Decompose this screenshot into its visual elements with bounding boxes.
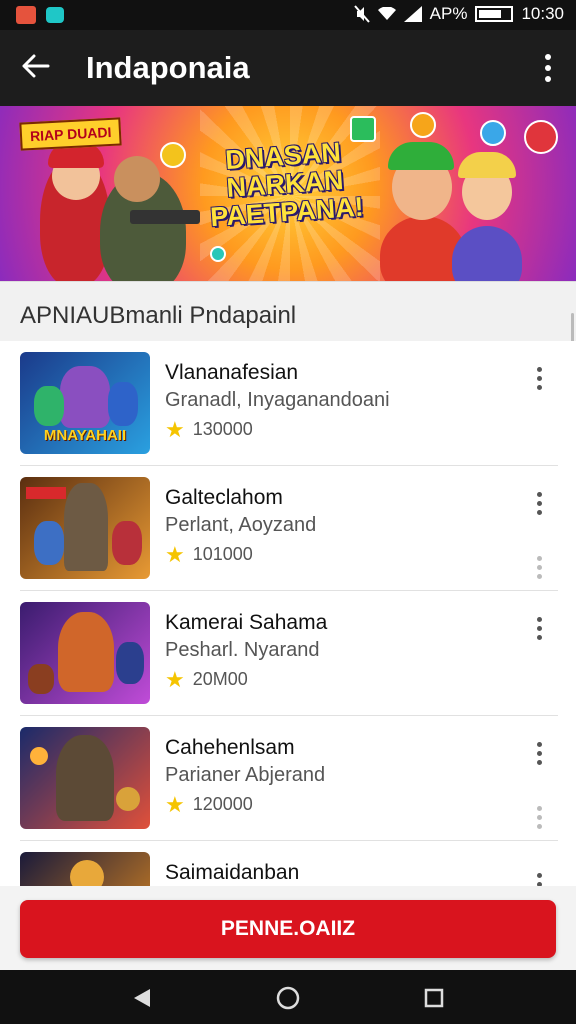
game-title: Kamerai Sahama [165, 611, 328, 634]
page-title: Indaponaia [86, 50, 250, 85]
nav-back-button[interactable] [128, 984, 156, 1012]
coin-icon [410, 112, 436, 138]
list-item[interactable]: Galteclahom Perlant, Aoyzand ★ 101000 [0, 466, 576, 591]
more-vert-icon [536, 367, 542, 372]
more-vert-icon [536, 873, 542, 878]
list-item[interactable]: Saimaidanban [0, 841, 576, 886]
game-list: MNAYAHAII Vlananafesian Granadl, Inyagan… [0, 341, 576, 886]
cta-area: PENNE.OAIIZ [0, 886, 576, 970]
game-subtitle: Perlant, Aoyzand [165, 514, 317, 536]
list-item[interactable]: Cahehenlsam Parianer Abjerand ★ 120000 [0, 716, 576, 841]
primary-action-button[interactable]: PENNE.OAIIZ [20, 900, 556, 958]
arrow-left-icon [22, 54, 50, 78]
weapon-art [130, 210, 200, 224]
wifi-icon [377, 7, 396, 20]
item-secondary-menu[interactable] [534, 556, 544, 579]
back-triangle-icon [134, 989, 150, 1007]
game-thumbnail [20, 727, 150, 829]
star-icon: ★ [165, 666, 185, 692]
section-header: APNIAUBmanli Pndapainl [0, 281, 576, 342]
battery-icon [475, 6, 514, 22]
game-thumbnail: MNAYAHAII [20, 352, 150, 454]
star-icon: ★ [165, 791, 185, 817]
coin-icon [480, 120, 506, 146]
mute-icon [353, 5, 370, 23]
game-subtitle: Pesharl. Nyarand [165, 639, 320, 661]
back-button[interactable] [14, 44, 58, 88]
recents-square-icon [424, 988, 444, 1008]
game-title: Saimaidanban [165, 861, 300, 884]
nav-home-button[interactable] [274, 984, 302, 1012]
item-more-button[interactable] [534, 367, 544, 390]
network-text: AP% [429, 4, 468, 23]
nav-recents-button[interactable] [420, 984, 448, 1012]
section-title: APNIAUBmanli Pndapainl [20, 302, 297, 329]
item-more-button[interactable] [534, 492, 544, 515]
notification-app-icon [46, 7, 64, 23]
banner-headline: DNASAN NARKAN PAETPANA! [209, 137, 365, 233]
banner-badge: RIAP DUADI [19, 117, 123, 151]
game-title: Galteclahom [165, 486, 283, 509]
coin-icon [160, 142, 186, 168]
list-item[interactable]: MNAYAHAII Vlananafesian Granadl, Inyagan… [0, 341, 576, 466]
more-vert-icon [545, 54, 551, 60]
status-bar: AP% 10:30 [0, 0, 576, 30]
character-art [452, 226, 522, 281]
home-circle-icon [276, 986, 300, 1010]
signal-icon [403, 6, 422, 22]
more-options-button[interactable] [534, 46, 562, 90]
game-thumbnail [20, 852, 150, 886]
list-item[interactable]: Kamerai Sahama Pesharl. Nyarand ★ 20M00 [0, 591, 576, 716]
app-bar: Indaponaia [0, 30, 576, 106]
game-rating: ★ 120000 [165, 791, 253, 817]
more-vert-icon [536, 742, 542, 747]
more-vert-icon [536, 492, 542, 497]
notification-app-icon [16, 6, 36, 24]
more-vert-icon [536, 617, 542, 622]
item-more-button[interactable] [534, 873, 544, 886]
star-icon: ★ [165, 541, 185, 567]
game-subtitle: Parianer Abjerand [165, 764, 326, 786]
item-more-button[interactable] [534, 617, 544, 640]
game-thumbnail [20, 477, 150, 579]
game-thumbnail [20, 602, 150, 704]
item-more-button[interactable] [534, 742, 544, 765]
item-secondary-menu[interactable] [534, 806, 544, 829]
coin-icon [524, 120, 558, 154]
game-subtitle: Granadl, Inyaganandoani [165, 389, 390, 411]
game-rating: ★ 20M00 [165, 666, 248, 692]
star-icon: ★ [165, 416, 185, 442]
promo-banner[interactable]: RIAP DUADI DNASAN NARKAN PAETPANA! [0, 106, 576, 281]
clock: 10:30 [521, 4, 564, 23]
game-title: Cahehenlsam [165, 736, 295, 759]
character-art [114, 156, 160, 202]
game-title: Vlananafesian [165, 361, 299, 384]
system-nav-bar [0, 970, 576, 1024]
character-art [388, 142, 454, 170]
coin-icon [210, 246, 226, 262]
game-rating: ★ 130000 [165, 416, 253, 442]
character-art [458, 152, 516, 178]
game-rating: ★ 101000 [165, 541, 253, 567]
